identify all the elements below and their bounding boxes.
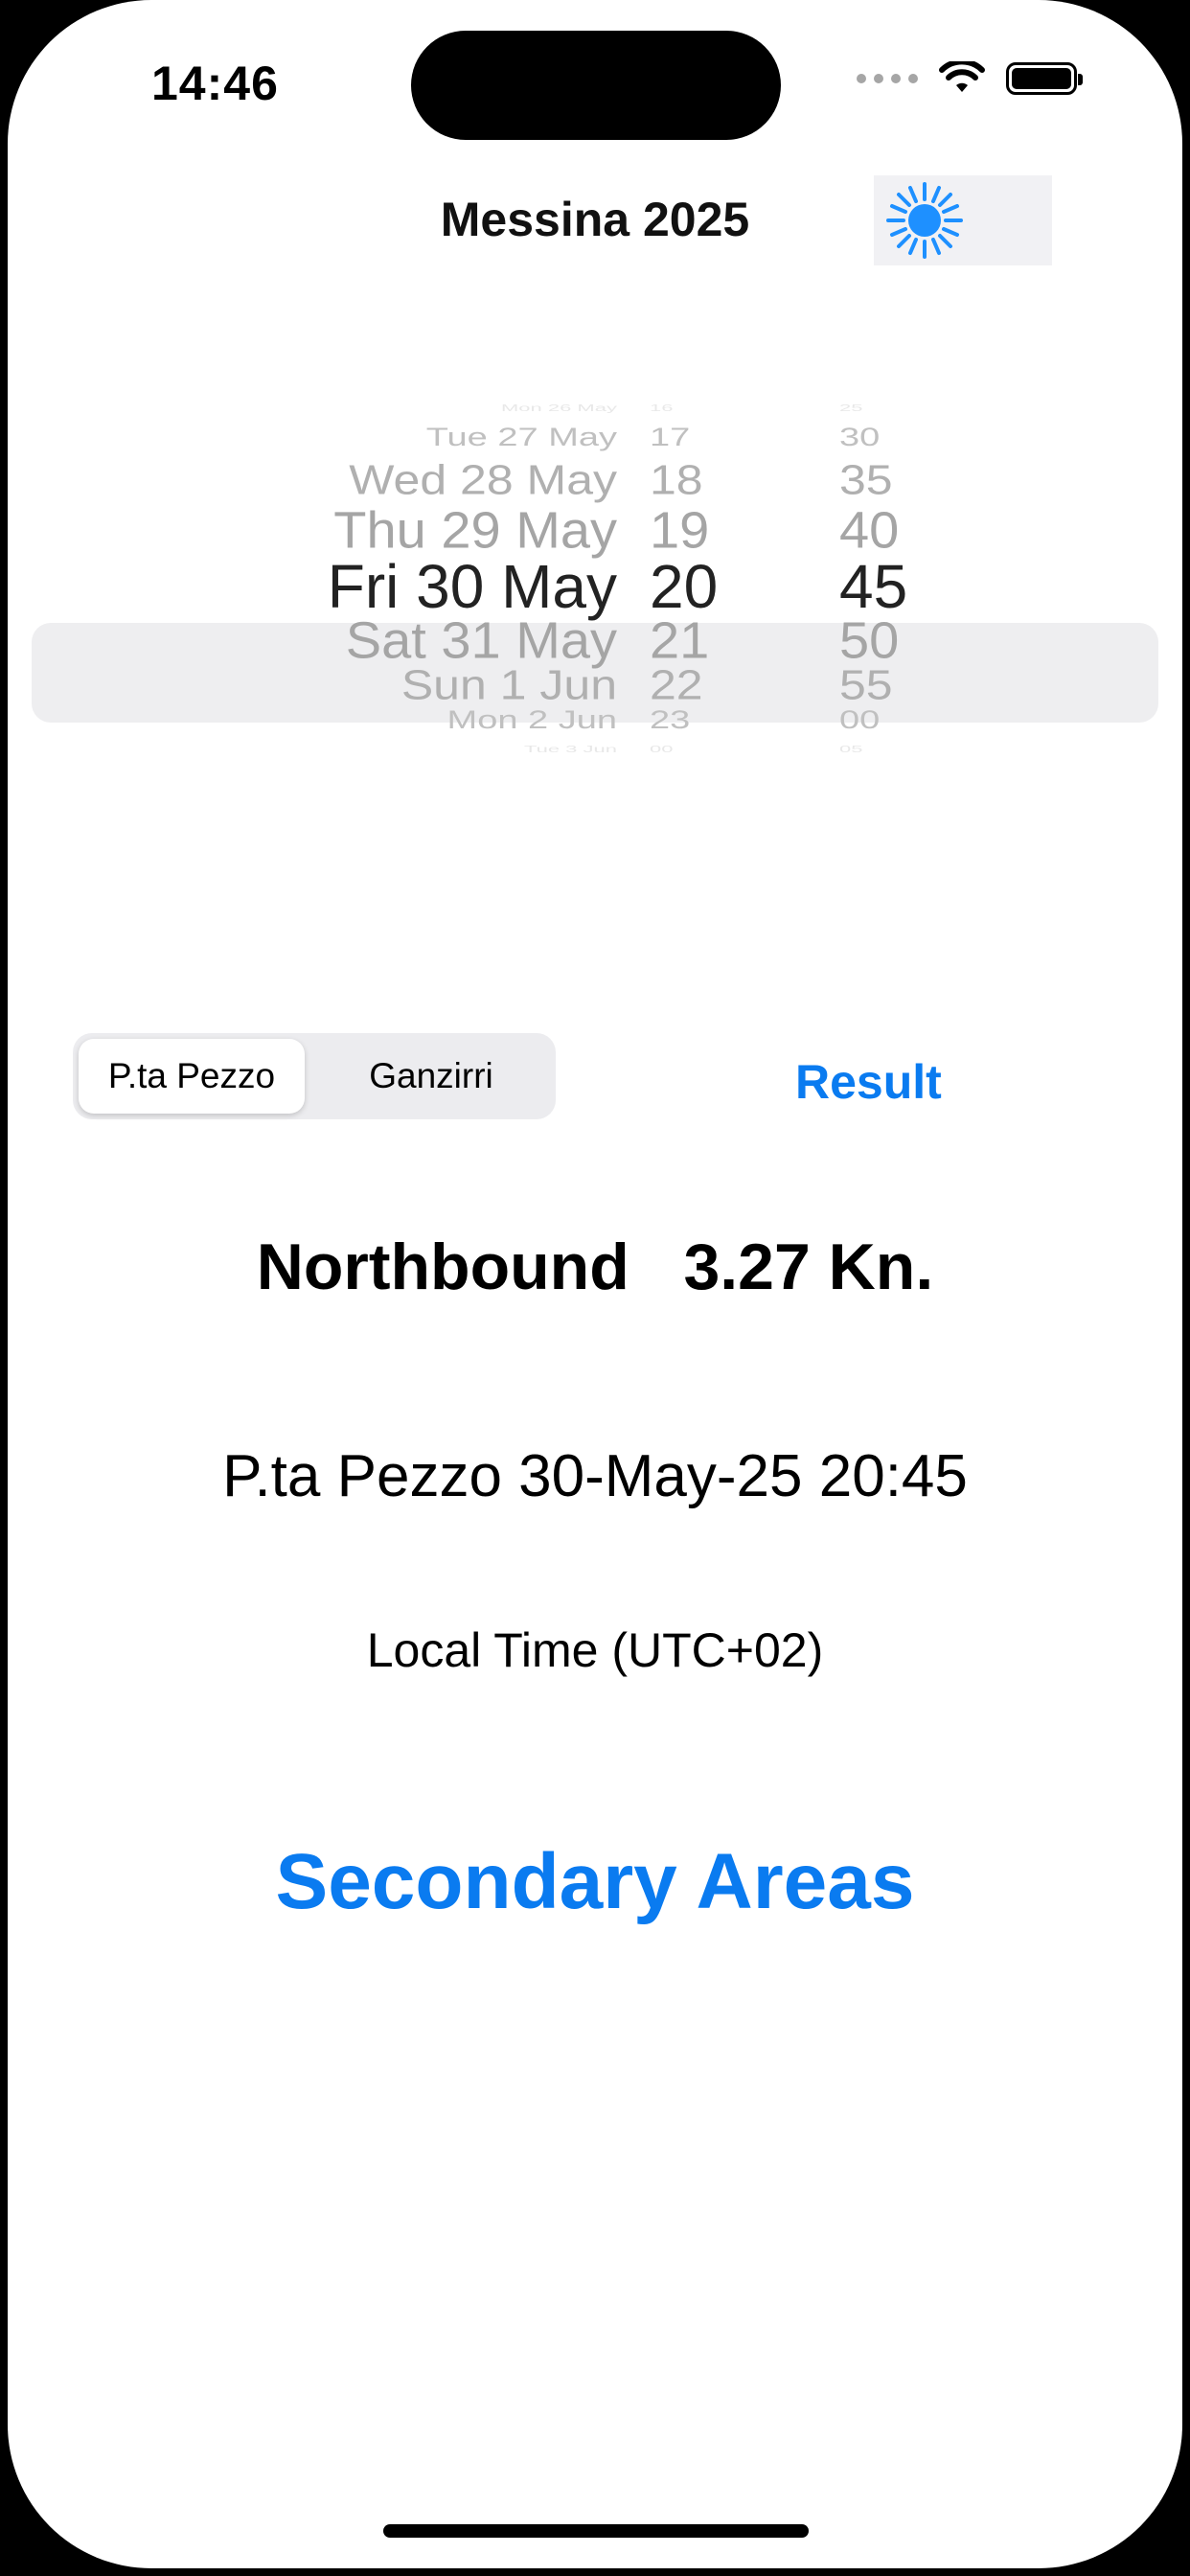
- wifi-icon: [939, 61, 985, 92]
- date-time-picker[interactable]: Mon 26 May 16 25 Tue 27 May 17 30 Wed 28 May 18…: [8, 393, 1182, 939]
- status-indicators: [857, 61, 1083, 96]
- picker-minute: 25: [839, 402, 863, 414]
- dynamic-island: [411, 31, 781, 140]
- sun-icon: [885, 182, 963, 259]
- device-frame: 14:46 Messina 2025 Mon 26 May 16 25 Tue …: [0, 0, 1190, 2576]
- picker-date: Tue 27 May: [425, 424, 617, 452]
- moon-icon: [997, 186, 1033, 255]
- timezone-label: Local Time (UTC+02): [366, 1623, 824, 1677]
- station-datetime: P.ta Pezzo 30-May-25 20:45: [222, 1443, 968, 1509]
- picker-minute: 55: [839, 660, 893, 708]
- status-time: 14:46: [151, 57, 279, 110]
- picker-hour: 00: [650, 744, 674, 755]
- direction-label: Northbound: [256, 1230, 629, 1303]
- segment-ganzirri[interactable]: Ganzirri: [312, 1039, 550, 1114]
- secondary-areas-link[interactable]: Secondary Areas: [8, 1837, 1182, 1927]
- current-result: Northbound 3.27 Kn.: [8, 1230, 1182, 1304]
- speed-value: 3.27 Kn.: [683, 1230, 934, 1303]
- picker-date: Wed 28 May: [349, 455, 617, 503]
- battery-icon: [1006, 62, 1083, 95]
- picker-hour: 18: [650, 455, 703, 503]
- result-button[interactable]: Result: [795, 1054, 942, 1110]
- picker-date: Mon 2 Jun: [446, 706, 617, 735]
- app-screen: 14:46 Messina 2025 Mon 26 May 16 25 Tue …: [8, 0, 1182, 2568]
- picker-date: Tue 3 Jun: [523, 744, 617, 755]
- picker-minute: 30: [839, 424, 881, 452]
- picker-minute: 35: [839, 455, 893, 503]
- cellular-signal-icon: [857, 74, 918, 83]
- picker-hour: 17: [650, 424, 691, 452]
- picker-minute: 00: [839, 706, 881, 735]
- picker-date: Sun 1 Jun: [400, 660, 617, 708]
- picker-hour: 16: [650, 402, 674, 414]
- home-indicator: [383, 2524, 809, 2538]
- picker-row[interactable]: Tue 3 Jun 00 05: [8, 744, 1182, 778]
- picker-hour: 22: [650, 660, 703, 708]
- picker-minute: 05: [839, 744, 863, 755]
- picker-date: Mon 26 May: [500, 402, 617, 414]
- picker-hour: 23: [650, 706, 691, 735]
- day-night-toggle[interactable]: [874, 175, 1052, 265]
- station-segmented-control[interactable]: P.ta Pezzo Ganzirri: [73, 1033, 556, 1119]
- segment-pta-pezzo[interactable]: P.ta Pezzo: [79, 1039, 305, 1114]
